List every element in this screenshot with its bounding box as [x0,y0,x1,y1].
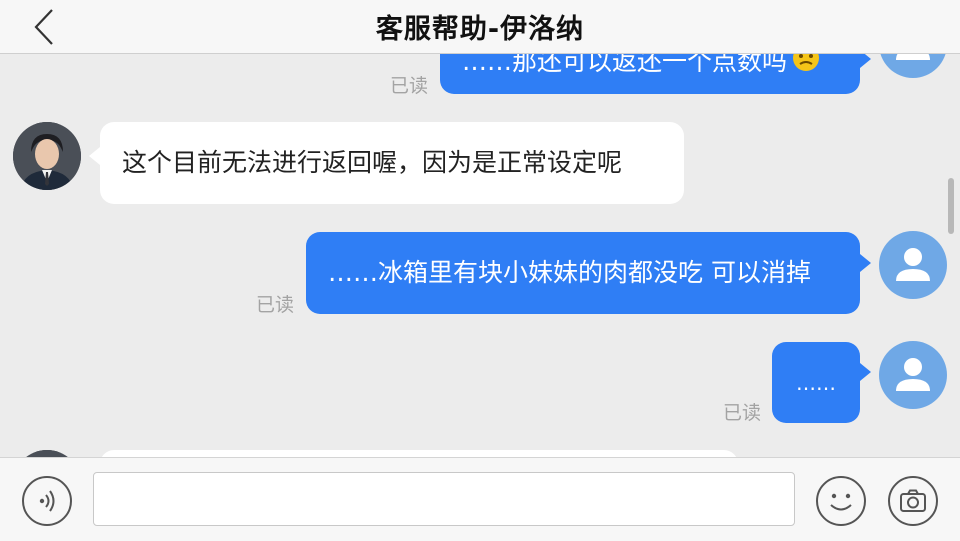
bubble-tail [860,254,871,272]
agent-portrait-icon [13,122,81,190]
user-avatar-icon [896,358,930,391]
incoming-message-bubble[interactable]: 这个目前无法进行返回喔，因为是正常设定呢 [100,122,684,204]
message-text: 这个目前无法进行返回喔，因为是正常设定呢 [122,148,623,177]
user-avatar[interactable] [879,231,947,299]
bubble-tail [860,363,871,381]
outgoing-message-bubble[interactable]: ……冰箱里有块小妹妹的肉都没吃 可以消掉 [306,232,860,314]
agent-avatar[interactable] [13,122,81,190]
chat-header: 客服帮助-伊洛纳 [0,0,960,54]
input-bar [0,457,960,541]
bubble-tail [89,147,100,165]
outgoing-message-bubble[interactable]: …… [772,342,860,423]
scrollbar[interactable] [948,178,954,234]
page-title: 客服帮助-伊洛纳 [375,14,585,45]
user-avatar-icon [896,54,930,60]
back-button[interactable] [22,8,62,46]
smiley-icon [830,493,852,511]
incoming-message-bubble[interactable] [100,450,738,457]
voice-button[interactable] [22,476,72,526]
sweating-face-icon [791,54,821,82]
chevron-left-icon [34,9,53,45]
camera-icon [900,489,926,512]
emoji-button[interactable] [816,476,866,526]
agent-portrait-icon [13,450,81,457]
camera-button[interactable] [888,476,938,526]
user-avatar[interactable] [879,341,947,409]
message-text: ……那还可以返还一个点数吗 [462,54,788,76]
voice-icon [39,490,55,512]
agent-avatar[interactable] [13,450,81,457]
read-status: 已读 [723,402,762,424]
message-list[interactable]: ……那还可以返还一个点数吗 已读 这个目前无法进行返回喔，因为是正常设定呢 ……… [0,54,960,457]
bubble-tail [860,54,871,68]
user-avatar[interactable] [879,54,947,78]
message-text: ……冰箱里有块小妹妹的肉都没吃 可以消掉 [328,258,811,287]
user-avatar-icon [896,248,930,281]
message-input[interactable] [93,472,795,526]
message-text: …… [796,370,836,395]
read-status: 已读 [390,75,429,97]
outgoing-message-bubble[interactable]: ……那还可以返还一个点数吗 [440,54,860,94]
read-status: 已读 [256,294,295,316]
